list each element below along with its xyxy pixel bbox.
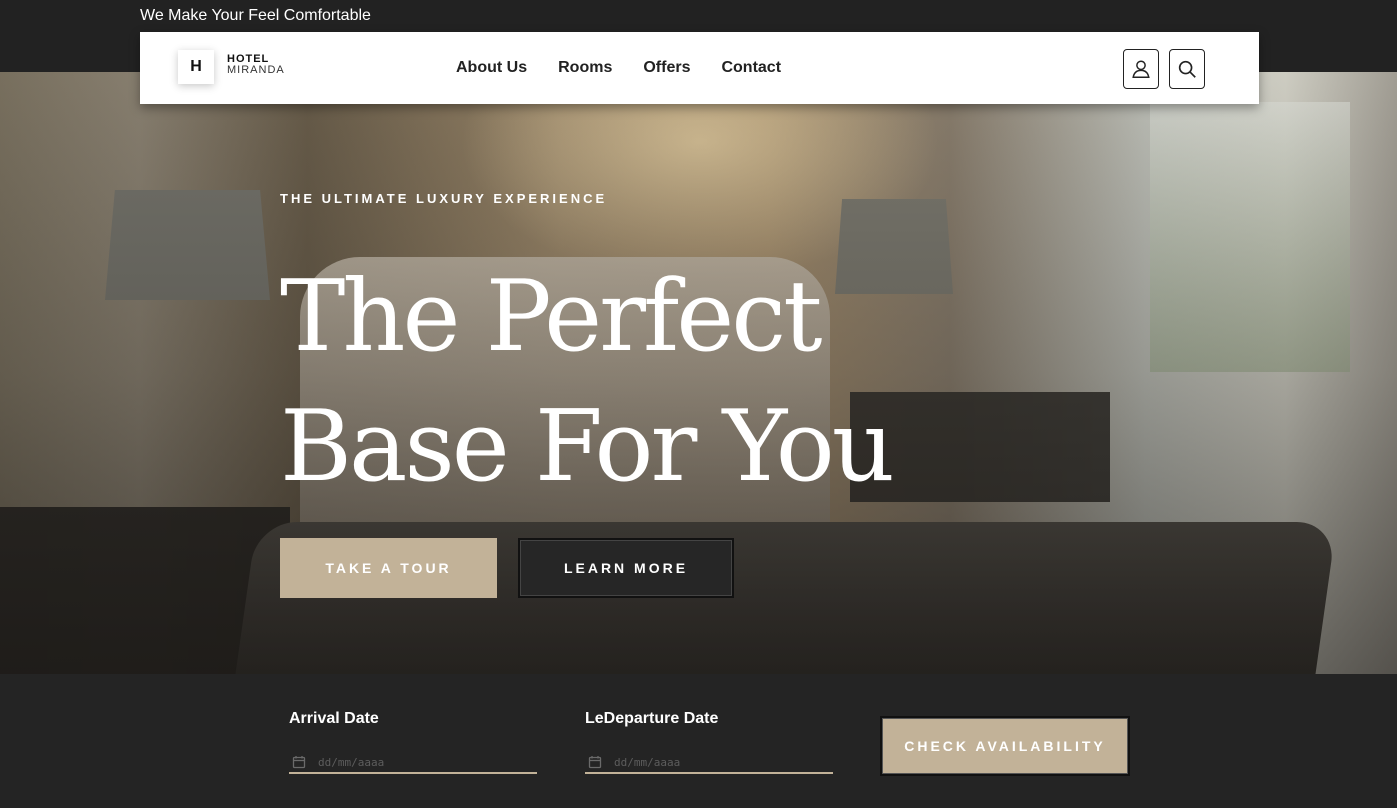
user-icon	[1132, 60, 1150, 78]
departure-date-label: LeDeparture Date	[585, 710, 719, 727]
departure-date-field[interactable]: dd/mm/aaaa	[585, 752, 833, 774]
hero-headline-line2: Base For You	[280, 390, 895, 504]
booking-bar: Arrival Date dd/mm/aaaa LeDeparture Date…	[0, 674, 1397, 808]
nav-link-contact[interactable]: Contact	[721, 59, 781, 77]
account-button[interactable]	[1123, 49, 1159, 89]
calendar-icon[interactable]	[588, 755, 602, 769]
learn-more-button[interactable]: LEARN MORE	[518, 538, 734, 598]
hero-eyebrow: THE ULTIMATE LUXURY EXPERIENCE	[280, 191, 608, 206]
nav-link-offers[interactable]: Offers	[643, 59, 690, 77]
hero-section: THE ULTIMATE LUXURY EXPERIENCE The Perfe…	[0, 72, 1397, 674]
hero-content: THE ULTIMATE LUXURY EXPERIENCE The Perfe…	[280, 72, 980, 674]
arrival-date-placeholder: dd/mm/aaaa	[318, 755, 385, 769]
nav-link-rooms[interactable]: Rooms	[558, 59, 612, 77]
search-icon	[1178, 60, 1196, 78]
arrival-date-field[interactable]: dd/mm/aaaa	[289, 752, 537, 774]
check-availability-button[interactable]: CHECK AVAILABILITY	[880, 716, 1130, 776]
nav-link-about-us[interactable]: About Us	[456, 59, 527, 77]
tagline: We Make Your Feel Comfortable	[140, 7, 371, 24]
logo-text[interactable]: HOTEL MIRANDA	[227, 54, 285, 76]
arrival-date-label: Arrival Date	[289, 710, 379, 727]
nav-links: About Us Rooms Offers Contact	[456, 59, 812, 77]
take-a-tour-button[interactable]: TAKE A TOUR	[280, 538, 497, 598]
main-navbar: H HOTEL MIRANDA About Us Rooms Offers Co…	[140, 32, 1259, 104]
hero-headline-line1: The Perfect	[280, 260, 823, 374]
search-button[interactable]	[1169, 49, 1205, 89]
hero-headline: The Perfect Base For You	[280, 252, 895, 512]
logo-line2: MIRANDA	[227, 64, 285, 76]
logo-mark[interactable]: H	[178, 50, 214, 84]
departure-date-placeholder: dd/mm/aaaa	[614, 755, 681, 769]
calendar-icon[interactable]	[292, 755, 306, 769]
